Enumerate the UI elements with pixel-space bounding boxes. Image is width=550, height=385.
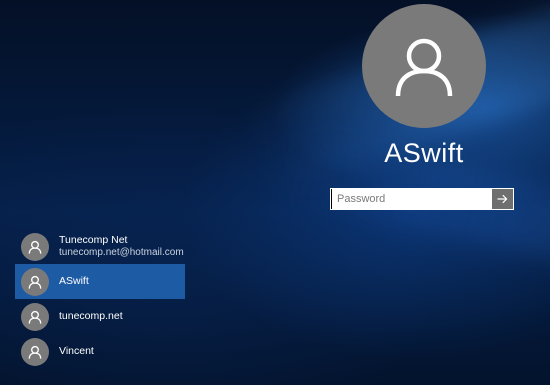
user-list-item[interactable]: tunecomp.net [15, 299, 185, 334]
user-avatar [21, 232, 49, 261]
user-avatar [21, 337, 49, 366]
user-avatar [21, 302, 49, 331]
user-silhouette-icon [28, 240, 42, 254]
user-list-item[interactable]: Vincent [15, 334, 185, 369]
user-silhouette-icon [28, 345, 42, 359]
arrow-right-icon [497, 194, 508, 204]
main-user-name: ASwift [384, 138, 464, 168]
user-email: tunecomp.net@hotmail.com [59, 247, 184, 258]
user-silhouette-icon [28, 275, 42, 289]
password-input[interactable] [331, 189, 492, 209]
user-list-item[interactable]: Tunecomp Net tunecomp.net@hotmail.com [15, 229, 185, 264]
user-name: tunecomp.net [59, 310, 123, 322]
user-list-item-selected[interactable]: ASwift [15, 264, 185, 299]
submit-password-button[interactable] [492, 189, 513, 209]
user-avatar [21, 267, 49, 296]
user-name: Tunecomp Net [59, 234, 128, 246]
user-name: Vincent [59, 345, 94, 357]
user-silhouette-icon [28, 310, 42, 324]
user-list: Tunecomp Net tunecomp.net@hotmail.com AS… [15, 229, 185, 369]
user-name: ASwift [59, 275, 89, 287]
main-user-avatar [362, 4, 486, 128]
password-box [330, 188, 514, 210]
user-silhouette-icon [395, 38, 453, 97]
